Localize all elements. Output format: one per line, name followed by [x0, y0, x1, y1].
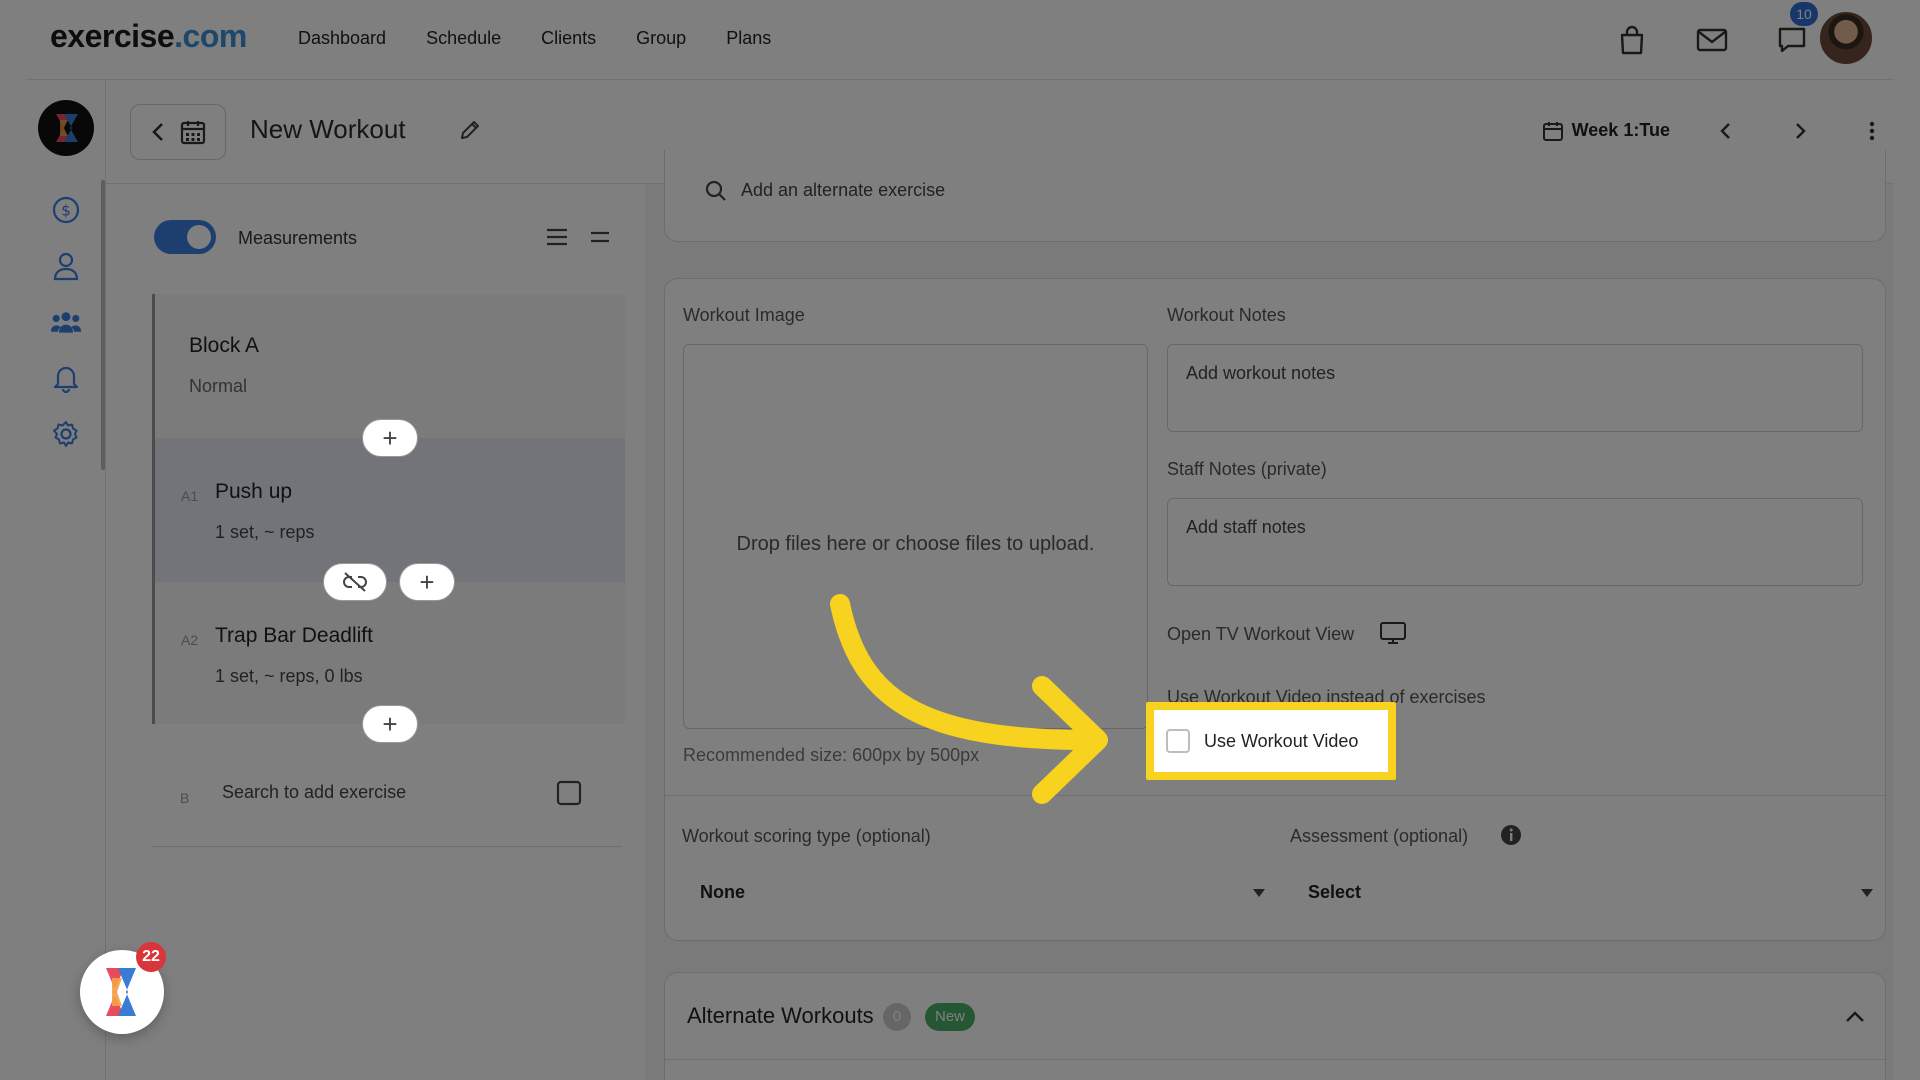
week-controls: Week 1:Tue	[1514, 110, 1894, 150]
exercise-search-row[interactable]: B Search to add exercise	[152, 764, 622, 824]
search-index: B	[180, 790, 190, 806]
workout-video-highlight: Use Workout Video	[1146, 702, 1396, 780]
more-vertical-icon[interactable]	[1868, 120, 1876, 142]
gear-icon[interactable]	[50, 418, 82, 450]
bag-icon[interactable]	[1614, 22, 1650, 58]
scoring-type-select[interactable]: None	[682, 872, 1276, 916]
workout-builder-panel: Measurements Block A Normal + A1 Push up…	[106, 184, 646, 1080]
unlink-icon	[343, 572, 367, 592]
sidebar: $	[26, 80, 106, 1080]
exercise-index: A1	[181, 488, 199, 504]
page-title: New Workout	[250, 114, 406, 144]
workout-notes-textarea[interactable]: Add workout notes	[1167, 344, 1863, 432]
assessment-label: Assessment (optional)	[1290, 826, 1469, 846]
sidebar-scrollbar[interactable]	[101, 180, 105, 470]
workout-notes-placeholder: Add workout notes	[1186, 363, 1336, 383]
alternate-exercise-input[interactable]: Add an alternate exercise	[741, 180, 945, 201]
caret-down-icon	[1861, 889, 1873, 897]
chat-badge: 10	[1790, 2, 1818, 26]
alternate-workouts-card: Alternate Workouts 0 New	[664, 972, 1886, 1080]
staff-notes-label: Staff Notes (private)	[1167, 459, 1327, 479]
chat-icon[interactable]	[1774, 22, 1810, 58]
top-bar: exercise.com Dashboard Schedule Clients …	[26, 0, 1894, 80]
user-icon[interactable]	[50, 250, 82, 282]
list-view-icon[interactable]	[546, 228, 568, 246]
mail-icon[interactable]	[1694, 22, 1730, 58]
main-nav: Dashboard Schedule Clients Group Plans	[298, 28, 771, 49]
svg-text:$: $	[61, 202, 71, 220]
guide-arrow-icon	[830, 594, 1108, 804]
assistant-badge: 22	[136, 942, 166, 972]
next-day-icon[interactable]	[1792, 120, 1808, 142]
users-icon[interactable]	[50, 306, 82, 338]
scoring-type-value: None	[700, 882, 745, 902]
exercise-detail: 1 set, ~ reps, 0 lbs	[215, 666, 363, 686]
nav-clients[interactable]: Clients	[541, 28, 596, 49]
exercise-row[interactable]: A1 Push up 1 set, ~ reps	[155, 438, 625, 582]
measurements-label: Measurements	[238, 228, 358, 248]
assessment-value: Select	[1308, 882, 1362, 902]
nav-dashboard[interactable]: Dashboard	[298, 28, 386, 49]
dropzone-text: Drop files here or choose files to uploa…	[736, 533, 1095, 555]
workout-notes-label: Workout Notes	[1167, 305, 1286, 325]
add-exercise-button[interactable]: +	[362, 705, 418, 743]
tv-icon[interactable]	[1379, 621, 1407, 645]
bell-icon[interactable]	[50, 362, 82, 394]
scoring-type-label: Workout scoring type (optional)	[682, 826, 931, 846]
block-list: Block A Normal + A1 Push up 1 set, ~ rep…	[152, 294, 625, 743]
week-label[interactable]: Week 1:Tue	[1572, 120, 1670, 141]
block-title: Block A	[189, 334, 260, 357]
measurements-toggle[interactable]	[154, 220, 216, 254]
add-exercise-button[interactable]: +	[362, 419, 418, 457]
caret-down-icon	[1253, 889, 1265, 897]
select-checkbox-icon[interactable]	[556, 780, 582, 806]
workout-image-label: Workout Image	[683, 305, 805, 325]
prev-day-icon[interactable]	[1718, 120, 1734, 142]
use-workout-video-option[interactable]: Use Workout Video	[1154, 710, 1388, 772]
info-icon[interactable]	[1500, 824, 1522, 846]
divider	[152, 846, 622, 847]
chevron-left-icon	[152, 123, 163, 141]
divider	[665, 1059, 1885, 1060]
block-type: Normal	[189, 376, 248, 396]
staff-notes-textarea[interactable]: Add staff notes	[1167, 498, 1863, 586]
alternate-workouts-title: Alternate Workouts	[687, 1003, 874, 1028]
new-badge: New	[925, 1003, 976, 1031]
exercise-row[interactable]: A2 Trap Bar Deadlift 1 set, ~ reps, 0 lb…	[155, 582, 625, 724]
alternate-workouts-count: 0	[883, 1003, 911, 1031]
calendar-icon	[180, 121, 206, 145]
block-a[interactable]: Block A Normal	[155, 294, 625, 438]
use-workout-video-checkbox[interactable]	[1166, 729, 1190, 753]
alternate-exercise-card: Add an alternate exercise	[664, 150, 1886, 242]
logo[interactable]: exercise.com	[50, 18, 247, 55]
use-workout-video-label: Use Workout Video	[1204, 730, 1359, 751]
back-calendar-button[interactable]	[130, 104, 226, 160]
compact-view-icon[interactable]	[590, 230, 610, 244]
search-icon	[705, 180, 726, 201]
nav-plans[interactable]: Plans	[726, 28, 771, 49]
exercise-detail: 1 set, ~ reps	[215, 522, 315, 542]
dollar-icon[interactable]: $	[50, 194, 82, 226]
search-exercise-input[interactable]: Search to add exercise	[222, 782, 406, 803]
exercise-index: A2	[181, 632, 199, 648]
staff-notes-placeholder: Add staff notes	[1186, 517, 1306, 537]
unlink-superset-button[interactable]	[323, 563, 387, 601]
nav-schedule[interactable]: Schedule	[426, 28, 501, 49]
calendar-small-icon	[1543, 122, 1563, 141]
exercise-name: Trap Bar Deadlift	[215, 624, 373, 647]
edit-title-icon[interactable]	[458, 118, 482, 147]
app-frame: exercise.com Dashboard Schedule Clients …	[26, 0, 1894, 1080]
org-logo[interactable]	[38, 100, 94, 156]
assessment-select[interactable]: Select	[1290, 872, 1884, 916]
exercise-name: Push up	[215, 480, 293, 503]
top-icons: 10	[1574, 0, 1894, 80]
nav-group[interactable]: Group	[636, 28, 686, 49]
chevron-up-icon[interactable]	[1845, 1009, 1865, 1023]
tv-view-label[interactable]: Open TV Workout View	[1167, 624, 1354, 645]
add-superset-button[interactable]: +	[399, 563, 455, 601]
avatar[interactable]	[1818, 10, 1874, 66]
